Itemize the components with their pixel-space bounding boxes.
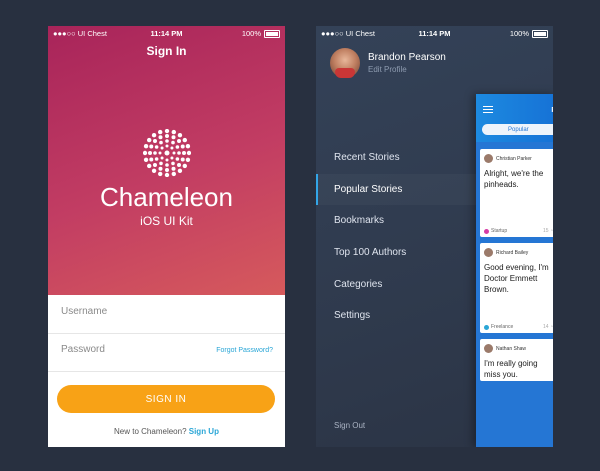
status-bar: ●●●○○ UI Chest 11:14 PM 100% bbox=[316, 26, 553, 40]
battery-percent: 100% bbox=[241, 29, 261, 38]
profile-text: Brandon Pearson Edit Profile bbox=[368, 52, 446, 74]
preview-header: P Popular bbox=[476, 94, 553, 142]
chameleon-logo-icon bbox=[143, 129, 191, 177]
menu-item-label: Settings bbox=[334, 310, 371, 322]
card-footer: Freelance 14 ◔ bbox=[484, 324, 553, 330]
menu-item-label: Categories bbox=[334, 278, 383, 290]
hamburger-menu-icon[interactable] bbox=[483, 106, 493, 115]
tag-dot-icon bbox=[484, 228, 489, 234]
story-text: I'm really going miss you. bbox=[484, 359, 538, 379]
user-name: Brandon Pearson bbox=[368, 52, 446, 63]
story-meta: 14 ◔ bbox=[543, 324, 553, 330]
author-avatar bbox=[484, 248, 493, 257]
status-bar: ●●●○○ UI Chest 11:14 PM 100% bbox=[48, 26, 285, 40]
card-footer: Startup 15 ◔ bbox=[484, 228, 553, 234]
username-input[interactable] bbox=[59, 305, 213, 318]
battery-percent: 100% bbox=[509, 29, 529, 38]
avatar[interactable] bbox=[330, 48, 360, 78]
card-header: Richard Bailey bbox=[480, 243, 553, 257]
story-text: Alright, we're the pinheads. bbox=[484, 169, 544, 189]
edit-profile-link[interactable]: Edit Profile bbox=[368, 65, 446, 74]
brand-subtitle: iOS UI Kit bbox=[140, 214, 193, 228]
signin-button[interactable]: SIGN IN bbox=[57, 385, 275, 413]
story-tag: Startup bbox=[491, 228, 508, 234]
forgot-password-link[interactable]: Forgot Password? bbox=[216, 347, 273, 354]
signin-screen: ●●●○○ UI Chest 11:14 PM 100% Sign In Cha… bbox=[48, 26, 285, 447]
menu-item-label: Bookmarks bbox=[334, 215, 385, 227]
story-card[interactable]: Nathan Shaw I'm really going miss you. bbox=[480, 339, 553, 381]
author-name: Richard Bailey bbox=[496, 249, 529, 256]
battery-icon bbox=[264, 29, 280, 38]
menu-item-label: Top 100 Authors bbox=[334, 247, 407, 259]
story-card[interactable]: Richard Bailey Good evening, I'm Doctor … bbox=[480, 243, 553, 333]
author-name: Nathan Shaw bbox=[496, 345, 527, 352]
battery-group: 100% bbox=[242, 29, 280, 38]
tag-dot-icon bbox=[484, 324, 489, 330]
author-avatar bbox=[484, 344, 493, 353]
card-header: Christian Parker bbox=[480, 149, 553, 163]
story-text: Good evening, I'm Doctor Emmett Brown. bbox=[484, 263, 549, 294]
menu-screen: ●●●○○ UI Chest 11:14 PM 100% Brandon Pea… bbox=[316, 26, 553, 447]
signup-row: New to Chameleon? Sign Up bbox=[48, 427, 285, 436]
content-preview-panel[interactable]: P Popular Christian Parker Alright, we'r… bbox=[476, 94, 553, 447]
story-card[interactable]: Christian Parker Alright, we're the pinh… bbox=[480, 149, 553, 237]
menu-item-label: Recent Stories bbox=[334, 152, 400, 164]
password-field-row: Forgot Password? bbox=[48, 333, 285, 372]
story-tag: Freelance bbox=[491, 324, 514, 330]
author-name: Christian Parker bbox=[496, 155, 532, 162]
username-field-row bbox=[48, 295, 285, 334]
sign-out-link[interactable]: Sign Out bbox=[334, 421, 365, 430]
signup-link[interactable]: Sign Up bbox=[189, 427, 219, 436]
profile-header[interactable]: Brandon Pearson Edit Profile bbox=[330, 48, 446, 78]
brand-name: Chameleon bbox=[100, 182, 233, 212]
card-header: Nathan Shaw bbox=[480, 339, 553, 353]
menu-item-label: Popular Stories bbox=[334, 183, 403, 195]
author-avatar bbox=[484, 154, 493, 163]
tab-popular[interactable]: Popular bbox=[482, 124, 553, 135]
password-input[interactable] bbox=[59, 343, 213, 356]
battery-icon bbox=[532, 29, 548, 38]
signin-hero: ●●●○○ UI Chest 11:14 PM 100% Sign In Cha… bbox=[48, 26, 285, 295]
story-meta: 15 ◔ bbox=[543, 228, 553, 234]
battery-group: 100% bbox=[510, 29, 548, 38]
new-user-text: New to Chameleon? bbox=[114, 427, 187, 436]
page-title: Sign In bbox=[146, 44, 187, 58]
preview-title: P bbox=[551, 107, 553, 114]
